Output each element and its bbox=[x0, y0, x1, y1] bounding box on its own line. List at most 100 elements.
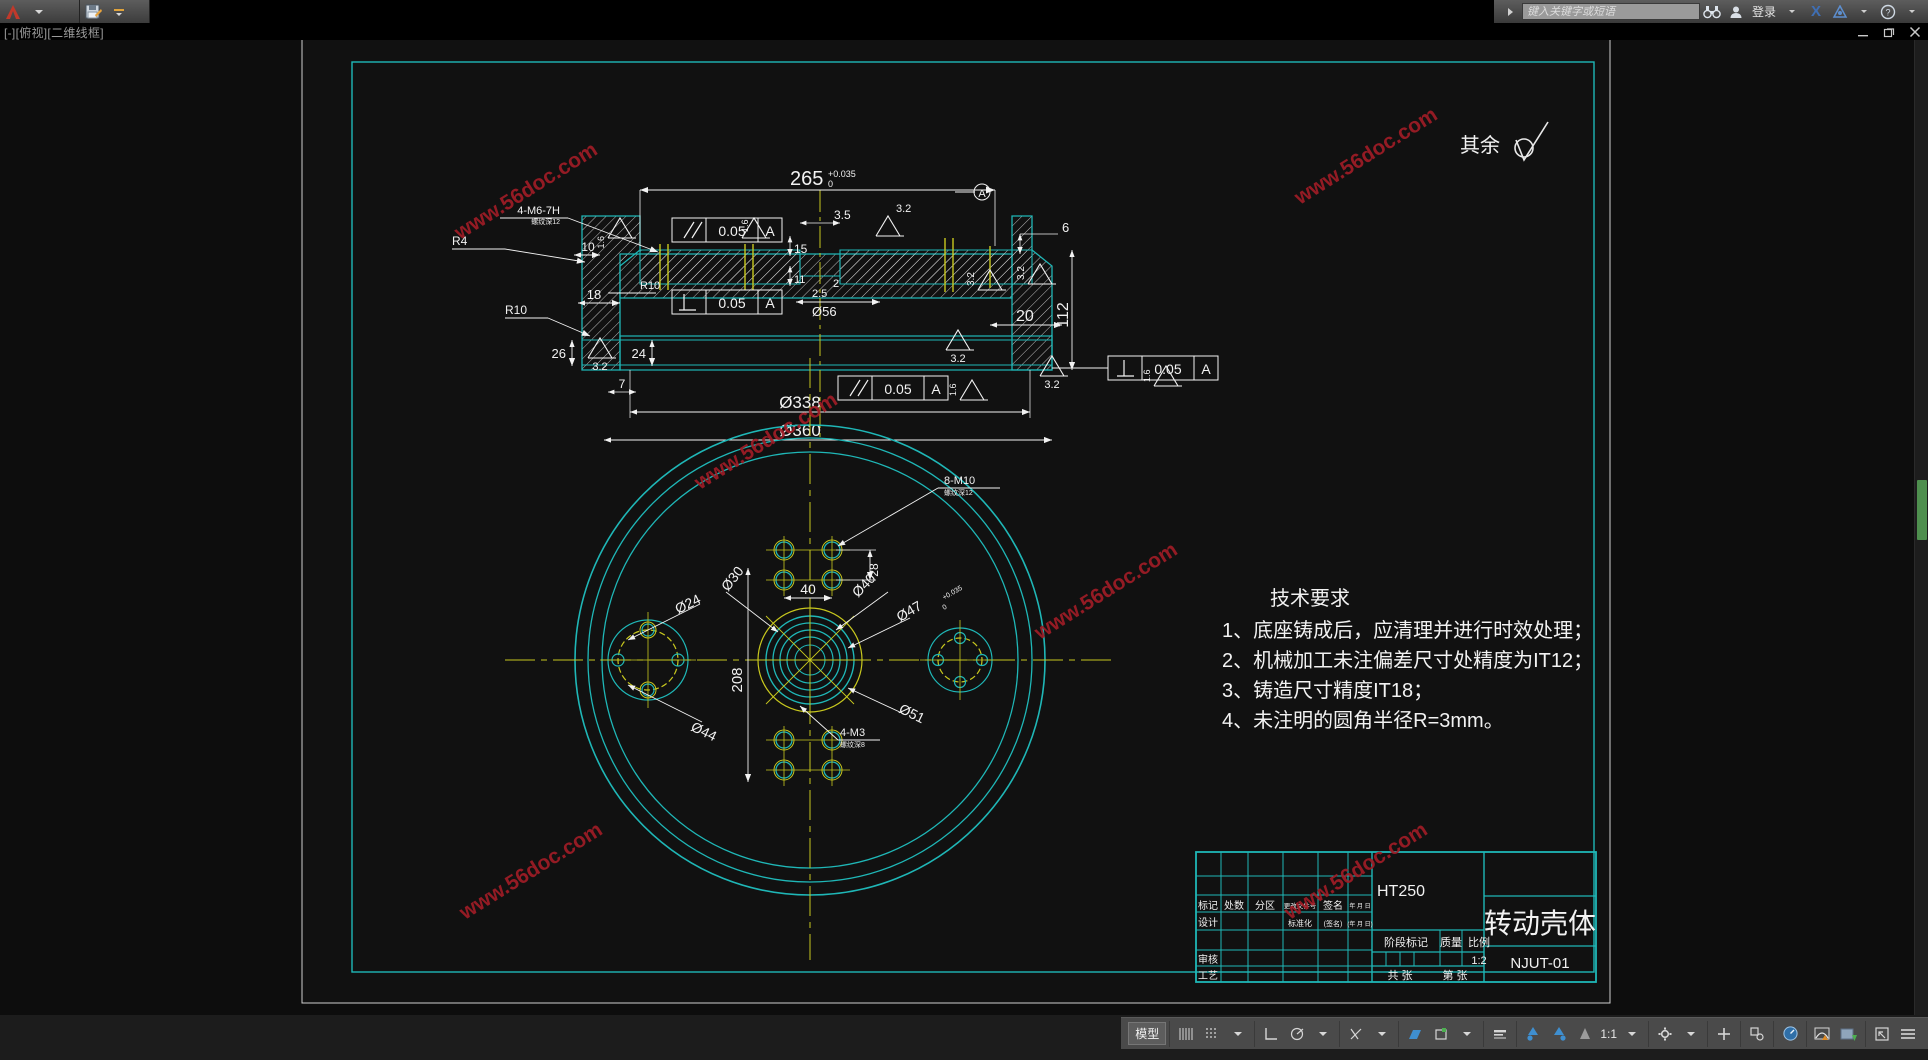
exchange-x-icon[interactable]: X bbox=[1804, 1, 1828, 22]
annotation-visibility-icon[interactable] bbox=[1520, 1022, 1546, 1046]
vertical-scrollbar[interactable] bbox=[1914, 40, 1928, 1015]
help-caret-icon[interactable] bbox=[1900, 1, 1924, 22]
search-binoculars-icon[interactable] bbox=[1700, 1, 1724, 22]
dim-bore-56-value: Ø56 bbox=[812, 304, 837, 319]
grid-display-icon[interactable] bbox=[1173, 1022, 1199, 1046]
tech-note-3: 3、铸造尺寸精度IT18； bbox=[1222, 679, 1433, 702]
scale-caret-icon[interactable] bbox=[1619, 1022, 1645, 1046]
dynamic-input-icon[interactable] bbox=[1428, 1022, 1454, 1046]
quick-access-toolbar bbox=[0, 0, 80, 23]
polar-settings-caret-icon[interactable] bbox=[1310, 1022, 1336, 1046]
signin-caret-icon[interactable] bbox=[1780, 1, 1804, 22]
workspace-gear-icon[interactable] bbox=[1652, 1022, 1678, 1046]
svg-text:?: ? bbox=[1885, 7, 1890, 17]
gdt-4-datum: A bbox=[1201, 361, 1211, 377]
window-controls bbox=[1856, 25, 1922, 39]
roughness-3-value: 3.2 bbox=[896, 203, 911, 215]
snap-mode-icon[interactable] bbox=[1199, 1022, 1225, 1046]
cleanscreen-icon[interactable] bbox=[1869, 1022, 1895, 1046]
ucs-input-group bbox=[1399, 1020, 1485, 1047]
callout-4-m6-depth: 螺纹深12 bbox=[531, 217, 560, 226]
tb-weight: 质量 bbox=[1440, 936, 1462, 949]
tb-review: 审核 bbox=[1198, 953, 1218, 966]
dim-265-tol-upper: +0.035 bbox=[828, 169, 856, 179]
annotation-scale-value[interactable]: 1:1 bbox=[1598, 1027, 1619, 1041]
gdt-2-tol: 0.05 bbox=[718, 295, 745, 311]
graphics-performance-icon[interactable] bbox=[1810, 1022, 1836, 1046]
close-button[interactable] bbox=[1908, 25, 1922, 39]
center-hub bbox=[756, 606, 864, 714]
dim-26-value: 26 bbox=[552, 346, 566, 361]
autocad-logo-icon[interactable] bbox=[0, 1, 26, 22]
tb-stage-mark: 阶段标记 bbox=[1384, 935, 1428, 949]
dim-208-value: 208 bbox=[729, 667, 746, 692]
signin-label[interactable]: 登录 bbox=[1748, 3, 1780, 20]
tb-total-sheets: 共 张 bbox=[1387, 969, 1412, 982]
workspace-caret-icon[interactable] bbox=[1678, 1022, 1704, 1046]
dim-18-value: 18 bbox=[587, 287, 601, 302]
annotation-scale-icon[interactable] bbox=[1572, 1022, 1598, 1046]
ortho-mode-icon[interactable] bbox=[1258, 1022, 1284, 1046]
search-input[interactable] bbox=[1521, 3, 1700, 20]
help-icon[interactable]: ? bbox=[1876, 1, 1900, 22]
polar-tracking-icon[interactable] bbox=[1284, 1022, 1310, 1046]
isolate-objects-icon[interactable] bbox=[1744, 1022, 1770, 1046]
autoscale-icon[interactable] bbox=[1546, 1022, 1572, 1046]
lineweight-icon[interactable] bbox=[1487, 1022, 1513, 1046]
autodesk-caret-icon[interactable] bbox=[1852, 1, 1876, 22]
callout-4-m3-depth: 螺纹深8 bbox=[840, 740, 865, 749]
tb-sheet-no: 第 张 bbox=[1442, 968, 1467, 982]
plus-icon[interactable] bbox=[1711, 1022, 1737, 1046]
isolate-group bbox=[1741, 1020, 1774, 1047]
customization-menu-icon[interactable] bbox=[1895, 1022, 1921, 1046]
drawing-canvas[interactable]: 265 +0.035 0 4-M6-7H 螺纹深12 R4 R10 R10 10… bbox=[0, 40, 1928, 1015]
general-surface-label: 其余 bbox=[1460, 134, 1500, 157]
roughness-10-value: 1.6 bbox=[948, 383, 958, 396]
user-icon[interactable] bbox=[1724, 1, 1748, 22]
infocenter-expand-icon[interactable] bbox=[1498, 1, 1522, 22]
cad-drawing: 265 +0.035 0 4-M6-7H 螺纹深12 R4 R10 R10 10… bbox=[301, 40, 1611, 1004]
ortho-polar-group bbox=[1255, 1020, 1341, 1047]
title-bar: 登录 X ? bbox=[0, 0, 1928, 23]
dyninput-caret-icon[interactable] bbox=[1454, 1022, 1480, 1046]
datum-a-label: A bbox=[978, 188, 986, 200]
object-snap-icon[interactable] bbox=[1343, 1022, 1369, 1046]
hardware-accel-icon[interactable] bbox=[1777, 1022, 1803, 1046]
tech-title: 技术要求 bbox=[1270, 587, 1350, 610]
osnap-settings-caret-icon[interactable] bbox=[1369, 1022, 1395, 1046]
dim-24-value: 24 bbox=[632, 346, 646, 361]
save-as-icon[interactable] bbox=[80, 1, 106, 22]
snap-settings-caret-icon[interactable] bbox=[1225, 1022, 1251, 1046]
tech-note-4: 4、未注明的圆角半径R=3mm。 bbox=[1222, 709, 1504, 732]
minimize-button[interactable] bbox=[1856, 25, 1870, 39]
dim-3-5-value: 3.5 bbox=[834, 208, 851, 222]
tb-date: 年 月 日 bbox=[1349, 902, 1370, 910]
graphics-group bbox=[1807, 1020, 1866, 1047]
tb-drawing-number: NJUT-01 bbox=[1510, 955, 1569, 972]
dynamic-ucs-icon[interactable] bbox=[1402, 1022, 1428, 1046]
dim-2: 2 bbox=[833, 278, 839, 290]
callout-4-m6-label: 4-M6-7H bbox=[517, 205, 560, 217]
scrollbar-thumb[interactable] bbox=[1917, 480, 1927, 540]
callout-8-m10-depth: 螺纹深12 bbox=[944, 488, 973, 497]
dim-112-value: 112 bbox=[1055, 302, 1072, 328]
restore-button[interactable] bbox=[1882, 25, 1896, 39]
dim-2-value: 2 bbox=[833, 278, 839, 290]
info-center: 登录 X ? bbox=[1493, 0, 1928, 23]
workspace-group bbox=[1649, 1020, 1708, 1047]
roughness-7-value: 3.2 bbox=[950, 353, 965, 365]
viewport-controls-label[interactable]: [-][俯视][二维线框] bbox=[4, 24, 104, 41]
app-menu-caret-icon[interactable] bbox=[26, 1, 52, 22]
qat-customize-caret-icon[interactable] bbox=[106, 1, 132, 22]
drawing-utilities-icon[interactable] bbox=[1836, 1022, 1862, 1046]
roughness-5-value: 3.2 bbox=[1016, 266, 1027, 280]
status-bar: 模型 1:1 bbox=[0, 1015, 1928, 1060]
lineweight-group bbox=[1484, 1020, 1518, 1047]
autodesk-360-icon[interactable] bbox=[1828, 1, 1852, 22]
model-tab[interactable]: 模型 bbox=[1128, 1022, 1167, 1045]
callout-8-m10-label: 8-M10 bbox=[944, 475, 975, 487]
quick-access-toolbar-2 bbox=[80, 0, 150, 23]
tb-scale-value: 1:2 bbox=[1471, 955, 1486, 967]
tb-design: 设计 bbox=[1198, 916, 1218, 929]
gdt-1-datum: A bbox=[765, 223, 775, 239]
